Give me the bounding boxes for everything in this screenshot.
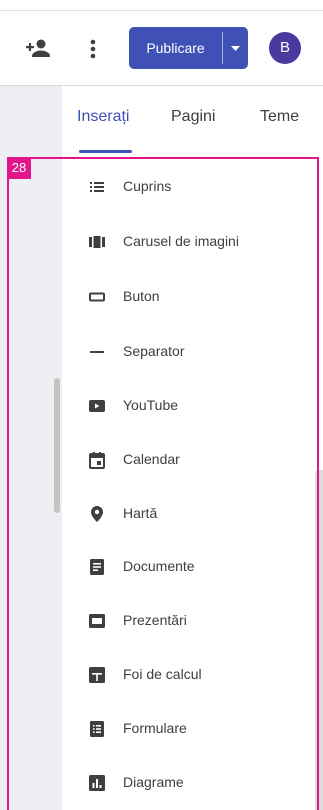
publish-dropdown-icon[interactable] bbox=[223, 27, 248, 69]
list-item-label: Formulare bbox=[123, 720, 187, 736]
active-tab-indicator bbox=[79, 150, 132, 153]
list-item-prezentari[interactable]: Prezentări bbox=[62, 603, 312, 639]
tab-themes[interactable]: Teme bbox=[260, 108, 299, 126]
more-options-icon[interactable] bbox=[84, 36, 102, 62]
left-canvas-strip bbox=[0, 86, 62, 810]
list-item-cuprins[interactable]: Cuprins bbox=[62, 169, 312, 205]
carousel-icon bbox=[89, 236, 105, 248]
list-item-label: Diagrame bbox=[123, 774, 184, 790]
list-item-diagrame[interactable]: Diagrame bbox=[62, 765, 312, 801]
canvas-scrollbar[interactable] bbox=[54, 378, 60, 513]
guide-label: 28 bbox=[7, 157, 31, 179]
tab-pages[interactable]: Pagini bbox=[171, 108, 215, 126]
list-item-separator[interactable]: Separator bbox=[62, 334, 312, 370]
youtube-icon bbox=[89, 400, 105, 412]
list-item-youtube[interactable]: YouTube bbox=[62, 388, 312, 424]
list-item-calendar[interactable]: Calendar bbox=[62, 442, 312, 478]
add-person-icon[interactable] bbox=[26, 38, 52, 58]
list-item-harta[interactable]: Hartă bbox=[62, 496, 312, 532]
panel-tabs: Inserați Pagini Teme bbox=[62, 86, 323, 156]
map-pin-icon bbox=[91, 506, 103, 522]
avatar[interactable]: B bbox=[269, 32, 301, 64]
docs-icon bbox=[90, 559, 104, 575]
button-icon bbox=[89, 292, 105, 302]
top-toolbar: Publicare B bbox=[0, 0, 323, 86]
list-item-carusel[interactable]: Carusel de imagini bbox=[62, 224, 312, 260]
list-item-label: Prezentări bbox=[123, 612, 187, 628]
list-item-buton[interactable]: Buton bbox=[62, 279, 312, 315]
list-item-label: Separator bbox=[123, 343, 185, 359]
list-item-label: Calendar bbox=[123, 451, 180, 467]
table-of-contents-icon bbox=[90, 182, 104, 192]
divider-icon bbox=[90, 351, 104, 353]
panel-scrollbar[interactable] bbox=[315, 470, 323, 810]
toolbar-divider bbox=[0, 10, 323, 11]
list-item-label: Foi de calcul bbox=[123, 666, 202, 682]
list-item-foi-de-calcul[interactable]: Foi de calcul bbox=[62, 657, 312, 693]
tab-insert[interactable]: Inserați bbox=[77, 108, 129, 126]
charts-icon bbox=[89, 775, 105, 791]
list-item-label: Cuprins bbox=[123, 178, 172, 194]
list-item-label: Buton bbox=[123, 288, 160, 304]
calendar-icon bbox=[89, 452, 105, 469]
list-item-formulare[interactable]: Formulare bbox=[62, 711, 312, 747]
list-item-label: Documente bbox=[123, 558, 195, 574]
forms-icon bbox=[90, 721, 104, 737]
publish-button-group: Publicare bbox=[129, 27, 248, 69]
list-item-label: YouTube bbox=[123, 397, 179, 413]
sheets-icon bbox=[89, 667, 105, 683]
list-item-label: Hartă bbox=[123, 505, 158, 521]
list-item-documente[interactable]: Documente bbox=[62, 549, 312, 585]
publish-button[interactable]: Publicare bbox=[129, 27, 222, 69]
list-item-label: Carusel de imagini bbox=[123, 233, 239, 249]
slides-icon bbox=[89, 614, 105, 628]
